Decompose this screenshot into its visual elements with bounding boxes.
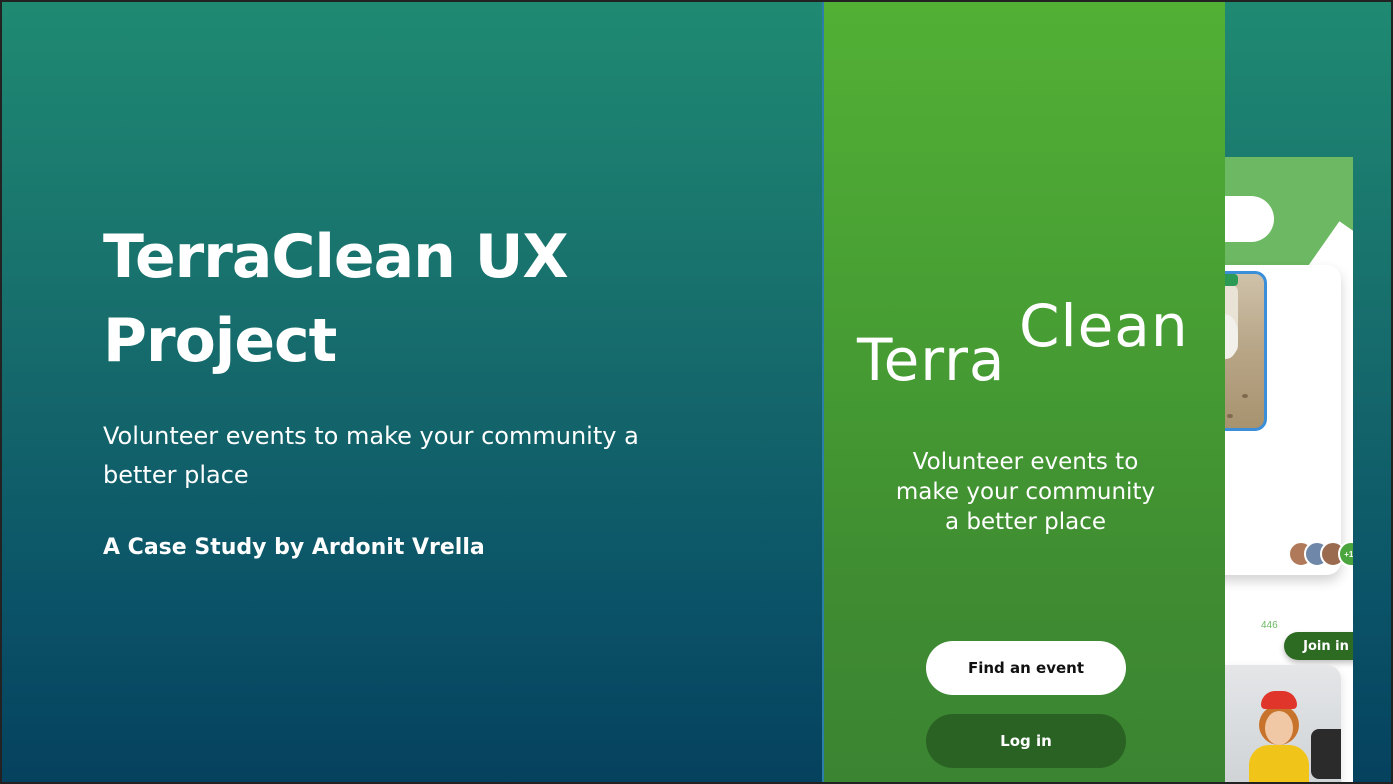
logo-clean-text: Clean (1019, 292, 1189, 360)
find-event-button[interactable]: Find an event (926, 641, 1126, 695)
terraclean-logo: Terra Clean (857, 292, 1217, 394)
splash-tagline: Volunteer events to make your community … (874, 447, 1177, 537)
tagline-line-1: Volunteer events to (912, 449, 1139, 475)
splash-phone-mockup: Terra Clean Volunteer events to make you… (822, 0, 1225, 784)
volunteer-face (1265, 711, 1293, 745)
volunteer-shirt (1249, 745, 1309, 784)
event-meta-text: 446 (1261, 620, 1278, 631)
backpack (1311, 729, 1341, 779)
page-title: TerraClean UX Project (103, 215, 723, 383)
tagline-line-3: a better place (945, 509, 1106, 535)
logo-terra-text: Terra (857, 326, 1006, 394)
login-button[interactable]: Log in (926, 714, 1126, 768)
sand-pebble (1227, 414, 1233, 418)
tagline-line-2: make your community (895, 479, 1156, 505)
hero-section: TerraClean UX Project Volunteer events t… (103, 215, 723, 560)
volunteer-hat (1261, 691, 1297, 709)
hero-subtitle: Volunteer events to make your community … (103, 422, 639, 489)
hero-byline: A Case Study by Ardonit Vrella (103, 535, 485, 560)
title-line-2: Project (103, 306, 337, 376)
join-in-button[interactable]: Join in (1284, 632, 1353, 660)
sand-pebble (1242, 394, 1248, 398)
title-line-1: TerraClean UX (103, 222, 569, 292)
